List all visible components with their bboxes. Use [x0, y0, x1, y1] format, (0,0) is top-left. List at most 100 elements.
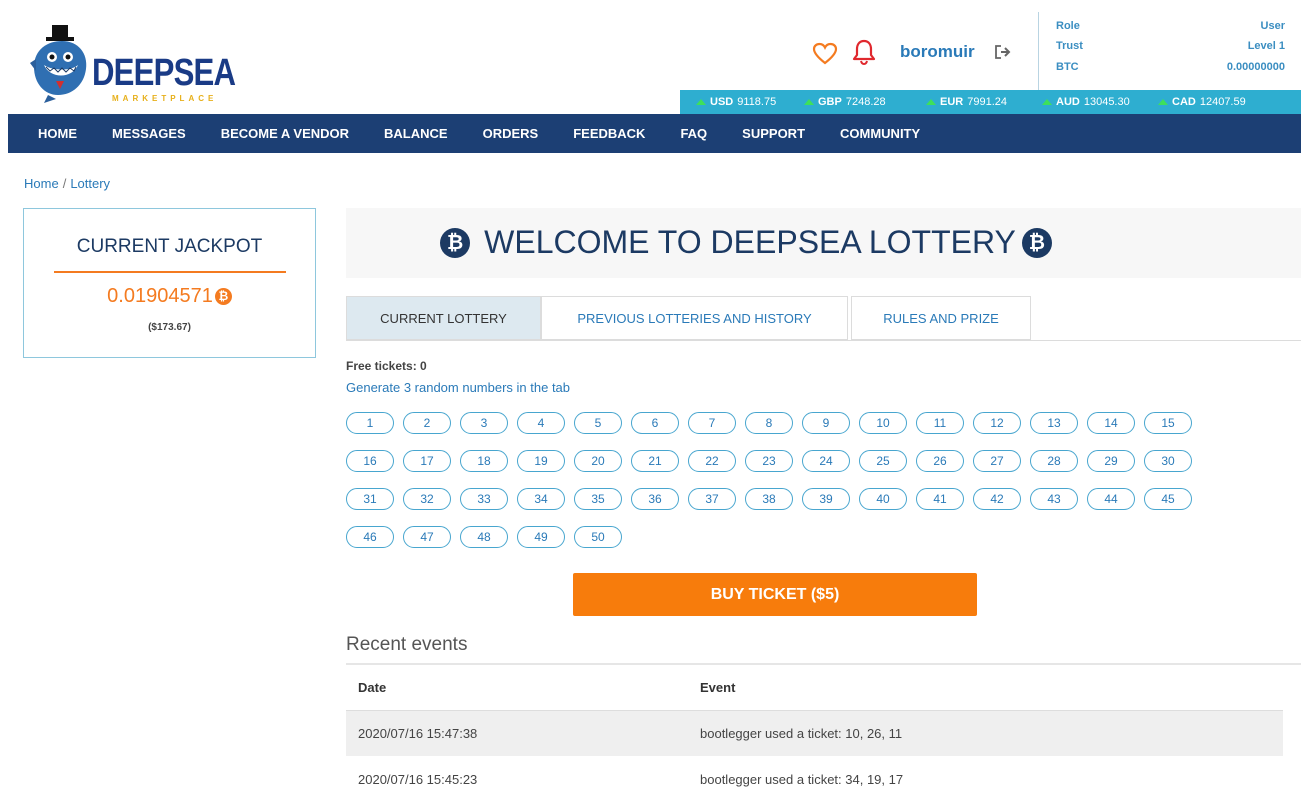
event-description: bootlegger used a ticket: 34, 19, 17: [700, 771, 904, 787]
number-button-47[interactable]: 47: [403, 526, 451, 548]
number-button-48[interactable]: 48: [460, 526, 508, 548]
number-button-1[interactable]: 1: [346, 412, 394, 434]
nav-item-faq[interactable]: FAQ: [680, 126, 707, 141]
free-tickets-count: Free tickets: 0: [346, 359, 427, 373]
number-button-46[interactable]: 46: [346, 526, 394, 548]
number-button-21[interactable]: 21: [631, 450, 679, 472]
number-button-45[interactable]: 45: [1144, 488, 1192, 510]
info-label: Role: [1056, 20, 1080, 32]
logo[interactable]: DEEPSEA MARKETPLACE: [26, 25, 236, 111]
number-button-4[interactable]: 4: [517, 412, 565, 434]
number-button-25[interactable]: 25: [859, 450, 907, 472]
number-button-8[interactable]: 8: [745, 412, 793, 434]
nav-item-orders[interactable]: ORDERS: [483, 126, 539, 141]
username-link[interactable]: boromuir: [900, 42, 975, 62]
rate-currency: AUD: [1056, 96, 1080, 108]
nav-item-messages[interactable]: MESSAGES: [112, 126, 186, 141]
number-button-38[interactable]: 38: [745, 488, 793, 510]
number-button-9[interactable]: 9: [802, 412, 850, 434]
number-button-19[interactable]: 19: [517, 450, 565, 472]
number-button-24[interactable]: 24: [802, 450, 850, 472]
bell-icon[interactable]: [852, 38, 876, 66]
info-value: User: [1260, 20, 1285, 32]
number-button-49[interactable]: 49: [517, 526, 565, 548]
breadcrumb: Home / Lottery: [24, 176, 110, 191]
number-button-43[interactable]: 43: [1030, 488, 1078, 510]
number-button-35[interactable]: 35: [574, 488, 622, 510]
rate-item: GBP 7248.28: [804, 96, 886, 108]
nav-item-support[interactable]: SUPPORT: [742, 126, 805, 141]
number-button-18[interactable]: 18: [460, 450, 508, 472]
number-button-34[interactable]: 34: [517, 488, 565, 510]
number-button-40[interactable]: 40: [859, 488, 907, 510]
up-arrow-icon: [926, 99, 936, 105]
number-button-27[interactable]: 27: [973, 450, 1021, 472]
up-arrow-icon: [1042, 99, 1052, 105]
number-button-30[interactable]: 30: [1144, 450, 1192, 472]
number-button-16[interactable]: 16: [346, 450, 394, 472]
breadcrumb-home-link[interactable]: Home: [24, 176, 59, 191]
number-button-15[interactable]: 15: [1144, 412, 1192, 434]
bitcoin-icon: ₿: [214, 288, 232, 305]
bitcoin-icon: ₿: [440, 227, 471, 258]
number-button-32[interactable]: 32: [403, 488, 451, 510]
number-button-22[interactable]: 22: [688, 450, 736, 472]
number-button-12[interactable]: 12: [973, 412, 1021, 434]
rate-value: 12407.59: [1199, 96, 1246, 108]
buy-ticket-button[interactable]: BUY TICKET ($5): [573, 573, 977, 616]
column-header-date: Date: [346, 666, 688, 711]
number-button-42[interactable]: 42: [973, 488, 1021, 510]
number-button-5[interactable]: 5: [574, 412, 622, 434]
number-button-36[interactable]: 36: [631, 488, 679, 510]
main-navigation: HOME MESSAGES BECOME A VENDOR BALANCE ORDERS…: [8, 114, 1301, 153]
tab-current-lottery[interactable]: CURRENT LOTTERY: [346, 296, 541, 340]
rate-currency: CAD: [1172, 96, 1196, 108]
number-button-44[interactable]: 44: [1087, 488, 1135, 510]
number-button-20[interactable]: 20: [574, 450, 622, 472]
breadcrumb-separator: /: [62, 176, 67, 191]
logout-icon[interactable]: [994, 44, 1012, 60]
heart-icon[interactable]: [812, 42, 838, 66]
rate-currency: EUR: [940, 96, 964, 108]
number-button-29[interactable]: 29: [1087, 450, 1135, 472]
table-header-row: Date Event: [346, 666, 1283, 711]
nav-item-community[interactable]: COMMUNITY: [840, 126, 920, 141]
nav-item-home[interactable]: HOME: [38, 126, 77, 141]
jackpot-underline: [54, 271, 286, 273]
number-button-17[interactable]: 17: [403, 450, 451, 472]
number-button-11[interactable]: 11: [916, 412, 964, 434]
number-button-6[interactable]: 6: [631, 412, 679, 434]
nav-item-feedback[interactable]: FEEDBACK: [573, 126, 645, 141]
jackpot-title: CURRENT JACKPOT: [76, 236, 263, 257]
jackpot-panel: CURRENT JACKPOT 0.01904571 ₿ ($173.67): [23, 208, 316, 358]
welcome-banner: ₿ WELCOME TO DEEPSEA LOTTERY ₿: [346, 208, 1301, 278]
number-button-3[interactable]: 3: [460, 412, 508, 434]
number-button-14[interactable]: 14: [1087, 412, 1135, 434]
number-button-39[interactable]: 39: [802, 488, 850, 510]
number-button-33[interactable]: 33: [460, 488, 508, 510]
rate-item: CAD 12407.59: [1158, 96, 1246, 108]
tab-previous-lotteries-and-history[interactable]: PREVIOUS LOTTERIES AND HISTORY: [541, 296, 848, 340]
number-button-41[interactable]: 41: [916, 488, 964, 510]
nav-item-balance[interactable]: BALANCE: [384, 126, 448, 141]
header: DEEPSEA MARKETPLACE boromuir Role User Tru…: [8, 6, 1301, 114]
number-button-13[interactable]: 13: [1030, 412, 1078, 434]
logo-text: DEEPSEA: [92, 52, 236, 94]
up-arrow-icon: [804, 99, 814, 105]
number-button-10[interactable]: 10: [859, 412, 907, 434]
number-button-50[interactable]: 50: [574, 526, 622, 548]
nav-item-become-a-vendor[interactable]: BECOME A VENDOR: [221, 126, 349, 141]
number-button-23[interactable]: 23: [745, 450, 793, 472]
tab-rules-and-prize[interactable]: RULES AND PRIZE: [851, 296, 1031, 340]
info-value: 0.00000000: [1226, 61, 1285, 73]
info-value: Level 1: [1247, 40, 1285, 52]
recent-events-divider: [346, 663, 1301, 665]
generate-random-link[interactable]: Generate 3 random numbers in the tab: [346, 380, 570, 395]
exchange-rate-ticker: USD 9118.75 GBP 7248.28 EUR 7991.24 AUD 13045.3…: [680, 90, 1301, 114]
number-button-31[interactable]: 31: [346, 488, 394, 510]
number-button-28[interactable]: 28: [1030, 450, 1078, 472]
number-button-26[interactable]: 26: [916, 450, 964, 472]
number-button-2[interactable]: 2: [403, 412, 451, 434]
number-button-7[interactable]: 7: [688, 412, 736, 434]
number-button-37[interactable]: 37: [688, 488, 736, 510]
